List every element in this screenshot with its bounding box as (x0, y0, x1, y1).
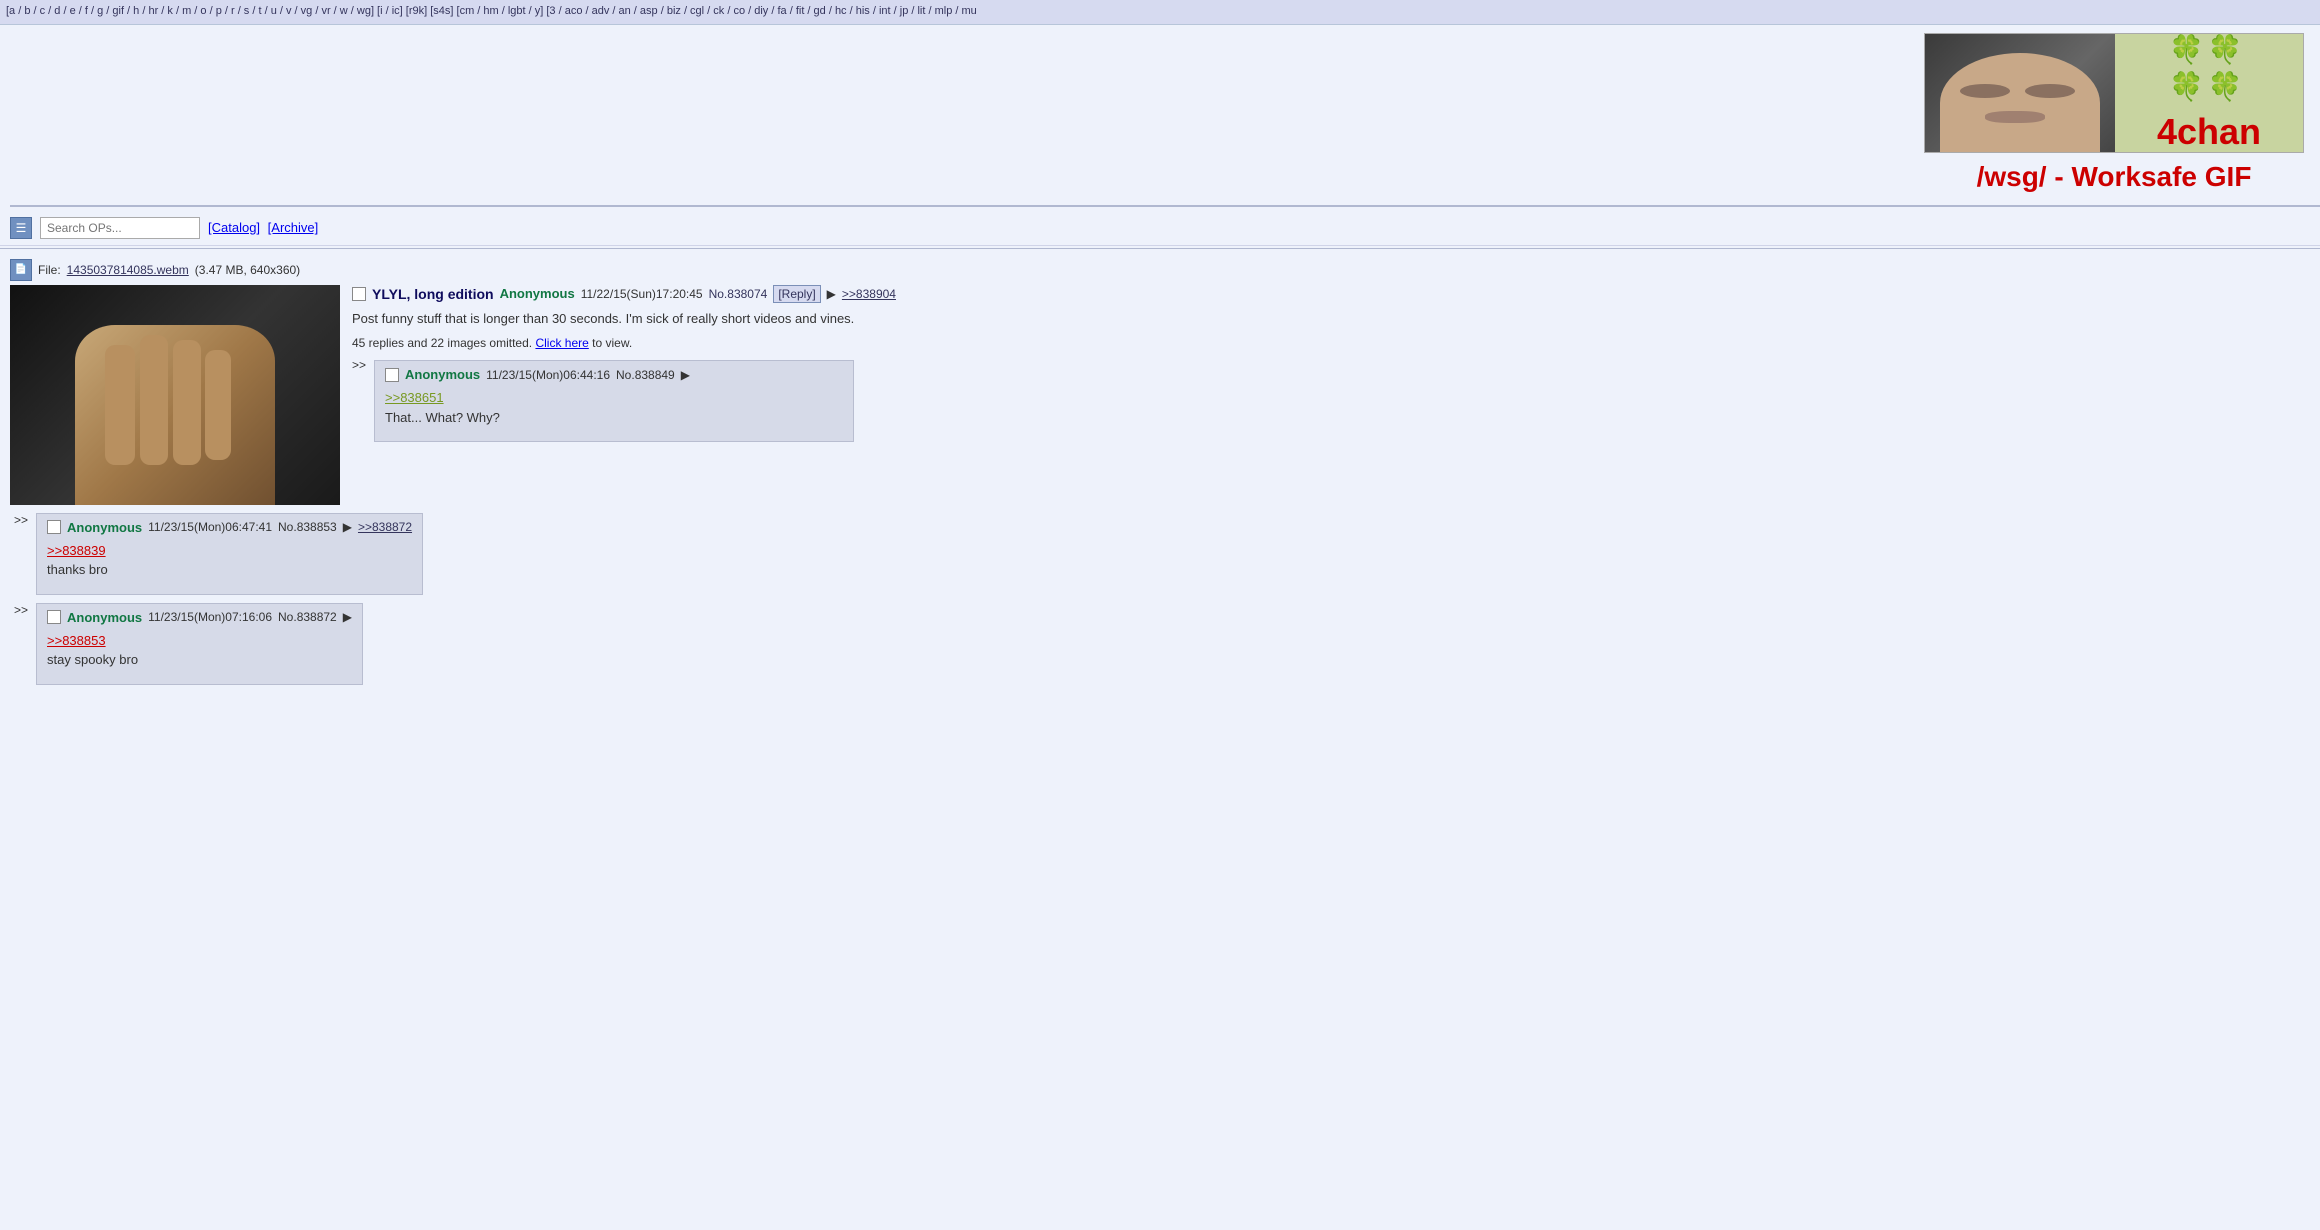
op-body: Post funny stuff that is longer than 30 … (352, 309, 2310, 329)
file-link[interactable]: 1435037814085.webm (67, 263, 189, 277)
logo-image: 🍀 🍀 🍀 🍀 4chan (1924, 33, 2304, 153)
logo-right-panel: 🍀 🍀 🍀 🍀 4chan (2115, 34, 2303, 152)
file-meta: (3.47 MB, 640x360) (195, 263, 300, 277)
reply-2-header: Anonymous 11/23/15(Mon)07:16:06 No.83887… (47, 610, 352, 625)
to-view-text: to view. (592, 336, 632, 350)
inline-reply-postno: No.838849 (616, 368, 675, 382)
reply-1-header: Anonymous 11/23/15(Mon)06:47:41 No.83885… (47, 520, 412, 535)
op-content: YLYL, long edition Anonymous 11/22/15(Su… (352, 285, 2310, 505)
inline-reply-body: >>838651 That... What? Why? (385, 388, 843, 427)
file-info: 📄 File: 1435037814085.webm (3.47 MB, 640… (10, 259, 2310, 281)
op-post: YLYL, long edition Anonymous 11/22/15(Su… (10, 285, 2310, 505)
reply-1-container: >> Anonymous 11/23/15(Mon)06:47:41 No.83… (10, 513, 2310, 595)
finger-1 (105, 345, 135, 465)
menu-icon: ☰ (16, 221, 27, 235)
reply-2-body: >>838853 stay spooky bro (47, 631, 352, 670)
reply-2-name: Anonymous (67, 610, 142, 625)
op-postno-link[interactable]: No.838074 (709, 287, 768, 301)
nav-links-text: [a / b / c / d / e / f / g / gif / h / h… (6, 5, 977, 17)
reply-1-text: thanks bro (47, 560, 412, 580)
reply-2-play-btn[interactable]: ▶ (343, 610, 352, 624)
reply-1-time: 11/23/15(Mon)06:47:41 (148, 520, 272, 534)
reply-2-post: Anonymous 11/23/15(Mon)07:16:06 No.83887… (36, 603, 363, 685)
reply-1-body: >>838839 thanks bro (47, 541, 412, 580)
inline-reply-name: Anonymous (405, 367, 480, 382)
header-divider (10, 205, 2320, 207)
op-time: 11/22/15(Sun)17:20:45 (581, 287, 703, 301)
mouth-shape (1985, 111, 2045, 123)
finger-4 (205, 350, 231, 460)
board-title: /wsg/ - Worksafe GIF (1977, 153, 2252, 197)
search-input[interactable] (40, 217, 200, 239)
inline-reply-checkbox[interactable] (385, 368, 399, 382)
reply-2-redtext[interactable]: >>838853 (47, 633, 106, 648)
omitted-count: 45 replies and 22 images omitted. (352, 336, 532, 350)
reply-2-postno: No.838872 (278, 610, 337, 624)
thread-container: 📄 File: 1435037814085.webm (3.47 MB, 640… (0, 251, 2320, 701)
reply-1-play-btn[interactable]: ▶ (343, 520, 352, 534)
op-quote-ref[interactable]: >>838904 (842, 287, 896, 301)
op-subject: YLYL, long edition (372, 286, 494, 302)
reply-2-arrow: >> (14, 603, 28, 617)
reply-2-text: stay spooky bro (47, 650, 352, 670)
chan-logo-text: 4chan (2157, 111, 2261, 153)
archive-link[interactable]: [Archive] (268, 220, 319, 235)
op-checkbox[interactable] (352, 287, 366, 301)
op-post-header: YLYL, long edition Anonymous 11/22/15(Su… (352, 285, 2310, 303)
header: 🍀 🍀 🍀 🍀 4chan /wsg/ - Worksafe GIF (0, 25, 2320, 205)
reply-1-redtext[interactable]: >>838839 (47, 543, 106, 558)
eye-left (1960, 84, 2010, 98)
reply-1-postno-text: No.838853 (278, 520, 337, 534)
reply-2-container: >> Anonymous 11/23/15(Mon)07:16:06 No.83… (10, 603, 2310, 685)
inline-reply-quote-link[interactable]: >>838651 (385, 390, 444, 405)
clover-1: 🍀 (2169, 33, 2204, 66)
face-shape (1940, 53, 2100, 153)
reply-2-checkbox[interactable] (47, 610, 61, 624)
reply-1-post: Anonymous 11/23/15(Mon)06:47:41 No.83885… (36, 513, 423, 595)
inline-reply-text: That... What? Why? (385, 408, 843, 428)
reply-1-name: Anonymous (67, 520, 142, 535)
logo-face (1925, 33, 2115, 153)
inline-reply-header: Anonymous 11/23/15(Mon)06:44:16 No.83884… (385, 367, 843, 382)
clover-2: 🍀 (2208, 33, 2243, 66)
reply-1-postno: No.838853 (278, 520, 337, 534)
reply-1-quoteref[interactable]: >>838872 (358, 520, 412, 534)
finger-2 (140, 335, 168, 465)
inline-reply-greentext: >>838651 (385, 388, 843, 408)
eye-right (2025, 84, 2075, 98)
clover-3: 🍀 (2169, 70, 2204, 103)
inline-reply-post: Anonymous 11/23/15(Mon)06:44:16 No.83884… (374, 360, 854, 442)
op-postno: No.838074 (709, 287, 768, 301)
inline-reply-play-btn[interactable]: ▶ (681, 368, 690, 382)
nav-catalog-archive: [Catalog] [Archive] (208, 220, 318, 235)
reply-2-postno-text: No.838872 (278, 610, 337, 624)
reply-2-time: 11/23/15(Mon)07:16:06 (148, 610, 272, 624)
reply-1-arrow: >> (14, 513, 28, 527)
top-nav: [a / b / c / d / e / f / g / gif / h / h… (0, 0, 2320, 25)
click-here-link[interactable]: Click here (535, 336, 588, 350)
menu-icon-button[interactable]: ☰ (10, 217, 32, 239)
op-image[interactable] (10, 285, 340, 505)
op-reply-link[interactable]: [Reply] (773, 285, 820, 303)
inline-reply-container: >> Anonymous 11/23/15(Mon)06:44:16 No.83… (352, 358, 2310, 442)
file-label: File: (38, 263, 61, 277)
inline-reply-postno-text: No.838849 (616, 368, 675, 382)
inline-reply-time: 11/23/15(Mon)06:44:16 (486, 368, 610, 382)
reply-1-checkbox[interactable] (47, 520, 61, 534)
controls-bar: ☰ [Catalog] [Archive] (0, 211, 2320, 246)
finger-3 (173, 340, 201, 465)
inline-reply-arrow: >> (352, 358, 366, 372)
op-image-inner (10, 285, 340, 505)
catalog-link[interactable]: [Catalog] (208, 220, 260, 235)
omitted-text: 45 replies and 22 images omitted. Click … (352, 336, 2310, 350)
op-name: Anonymous (500, 286, 575, 301)
clover-group: 🍀 🍀 🍀 🍀 (2169, 33, 2249, 103)
clover-4: 🍀 (2208, 70, 2243, 103)
op-play-btn[interactable]: ▶ (827, 287, 836, 301)
second-divider (0, 248, 2320, 249)
logo-area: 🍀 🍀 🍀 🍀 4chan /wsg/ - Worksafe GIF (1924, 33, 2304, 197)
file-icon: 📄 (10, 259, 32, 281)
thumbnail-hand (75, 325, 275, 505)
